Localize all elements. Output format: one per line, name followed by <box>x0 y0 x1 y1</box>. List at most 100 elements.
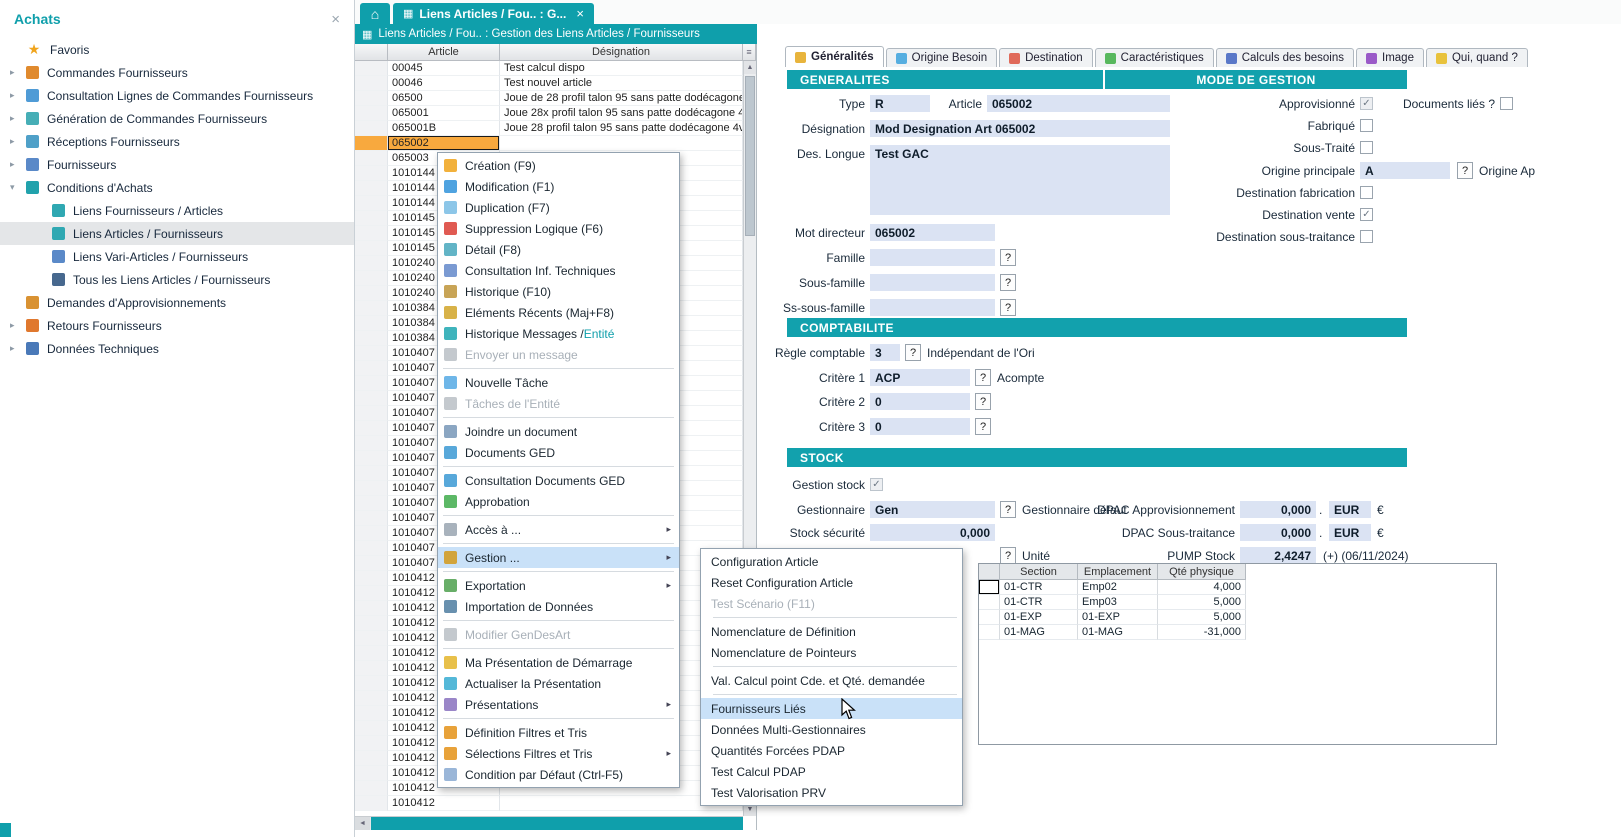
sidebar-item[interactable]: Tous les Liens Articles / Fournisseurs <box>0 268 354 291</box>
stock-selector-header[interactable] <box>979 564 1000 580</box>
column-header-designation[interactable]: Désignation <box>500 44 743 61</box>
article-designation-cell[interactable]: Test nouvel article <box>500 76 743 91</box>
gestionnaire-field[interactable]: Gen <box>870 501 995 518</box>
row-selector[interactable] <box>355 331 388 346</box>
regle-lookup-button[interactable]: ? <box>905 344 921 361</box>
critere1-lookup-button[interactable]: ? <box>975 369 991 386</box>
sous-famille-field[interactable] <box>870 274 995 291</box>
row-selector[interactable] <box>355 316 388 331</box>
article-code-cell[interactable]: 06500 <box>388 91 500 106</box>
sidebar-item[interactable]: Liens Vari-Articles / Fournisseurs <box>0 245 354 268</box>
row-selector[interactable] <box>355 271 388 286</box>
menu-item[interactable]: Condition par Défaut (Ctrl-F5) <box>438 764 679 785</box>
detail-tab[interactable]: Origine Besoin <box>886 48 997 67</box>
vertical-scroll-thumb[interactable] <box>745 76 755 236</box>
critere2-field[interactable]: 0 <box>870 393 970 410</box>
row-selector[interactable] <box>355 721 388 736</box>
critere1-field[interactable]: ACP <box>870 369 970 386</box>
table-row[interactable]: 065002 <box>355 136 743 151</box>
dpac-st-field[interactable]: 0,000 <box>1240 524 1316 541</box>
selector-column-header[interactable] <box>355 44 388 61</box>
stock-header-emplacement[interactable]: Emplacement <box>1078 564 1158 580</box>
detail-tab[interactable]: Caractéristiques <box>1095 48 1214 67</box>
home-tab[interactable]: ⌂ <box>360 3 390 24</box>
row-selector[interactable] <box>355 646 388 661</box>
submenu-item[interactable]: Val. Calcul point Cde. et Qté. demandée <box>701 670 962 691</box>
column-header-article[interactable]: Article <box>388 44 500 61</box>
submenu-item[interactable]: Données Multi-Gestionnaires <box>701 719 962 740</box>
critere3-lookup-button[interactable]: ? <box>975 418 991 435</box>
sidebar-item[interactable]: ▸ Réceptions Fournisseurs <box>0 130 354 153</box>
row-selector[interactable] <box>355 676 388 691</box>
sidebar-item[interactable]: Demandes d'Approvisionnements <box>0 291 354 314</box>
menu-item[interactable]: Joindre un document <box>438 421 679 442</box>
row-selector[interactable] <box>355 256 388 271</box>
menu-item[interactable]: Création (F9) <box>438 155 679 176</box>
sidebar-item[interactable]: Liens Articles / Fournisseurs <box>0 222 354 245</box>
scroll-up-icon[interactable]: ▲ <box>744 61 756 74</box>
sidebar-item[interactable]: ▸ Retours Fournisseurs <box>0 314 354 337</box>
stock-header-qty[interactable]: Qté physique <box>1158 564 1246 580</box>
detail-tab[interactable]: Calculs des besoins <box>1216 48 1354 67</box>
row-selector[interactable] <box>355 436 388 451</box>
row-selector[interactable] <box>355 766 388 781</box>
article-code-cell[interactable]: 00045 <box>388 61 500 76</box>
menu-item[interactable]: Modifier GenDesArt <box>438 624 679 645</box>
row-selector[interactable] <box>355 631 388 646</box>
fabrique-checkbox[interactable] <box>1360 119 1373 132</box>
submenu-item[interactable]: Test Scénario (F11) <box>701 593 962 614</box>
row-selector[interactable] <box>355 421 388 436</box>
row-selector[interactable] <box>355 376 388 391</box>
submenu-item[interactable]: Nomenclature de Pointeurs <box>701 642 962 663</box>
sidebar-close-icon[interactable]: × <box>331 11 340 28</box>
menu-item[interactable]: Envoyer un message <box>438 344 679 365</box>
row-selector[interactable] <box>355 661 388 676</box>
article-designation-cell[interactable] <box>500 136 743 151</box>
submenu-item[interactable]: Test Valorisation PRV <box>701 782 962 803</box>
sous-famille-lookup-button[interactable]: ? <box>1000 274 1016 291</box>
expander-icon[interactable]: ▾ <box>10 182 26 193</box>
table-row[interactable]: 1010412 <box>355 796 743 811</box>
expander-icon[interactable]: ▸ <box>10 343 26 354</box>
sidebar-item[interactable]: ▸ Commandes Fournisseurs <box>0 61 354 84</box>
stock-row[interactable]: 01-MAG 01-MAG -31,000 <box>979 625 1246 640</box>
menu-item[interactable]: Suppression Logique (F6) <box>438 218 679 239</box>
submenu-item[interactable]: Reset Configuration Article <box>701 572 962 593</box>
pump-stock-field[interactable]: 2,4247 <box>1240 547 1316 564</box>
row-selector[interactable] <box>355 136 388 151</box>
submenu-item[interactable]: Configuration Article <box>701 551 962 572</box>
article-code-cell[interactable]: 00046 <box>388 76 500 91</box>
article-code-cell[interactable]: 1010412 <box>388 796 500 811</box>
destination-fabrication-checkbox[interactable] <box>1360 186 1373 199</box>
row-selector[interactable] <box>355 796 388 811</box>
row-selector[interactable] <box>355 571 388 586</box>
menu-item[interactable]: Tâches de l'Entité <box>438 393 679 414</box>
expander-icon[interactable]: ▸ <box>10 136 26 147</box>
row-selector[interactable] <box>355 406 388 421</box>
critere2-lookup-button[interactable]: ? <box>975 393 991 410</box>
menu-item[interactable]: Définition Filtres et Tris <box>438 722 679 743</box>
documents-lies-checkbox[interactable] <box>1500 97 1513 110</box>
stock-row[interactable]: 01-CTR Emp02 4,000 <box>979 580 1246 595</box>
row-selector[interactable] <box>355 526 388 541</box>
row-selector[interactable] <box>355 91 388 106</box>
dpac-appro-field[interactable]: 0,000 <box>1240 501 1316 518</box>
row-selector[interactable] <box>355 751 388 766</box>
expander-icon[interactable]: ▸ <box>10 67 26 78</box>
submenu-item[interactable]: Nomenclature de Définition <box>701 621 962 642</box>
critere3-field[interactable]: 0 <box>870 418 970 435</box>
article-designation-cell[interactable]: Joue 28 profil talon 95 sans patte dodéc… <box>500 121 743 136</box>
expander-icon[interactable]: ▸ <box>10 320 26 331</box>
stock-securite-field[interactable]: 0,000 <box>870 524 995 541</box>
row-selector[interactable] <box>355 616 388 631</box>
expander-icon[interactable]: ▸ <box>10 90 26 101</box>
origine-lookup-button[interactable]: ? <box>1457 162 1473 179</box>
stock-row[interactable]: 01-EXP 01-EXP 5,000 <box>979 610 1246 625</box>
expander-icon[interactable]: ▸ <box>10 113 26 124</box>
row-selector[interactable] <box>355 181 388 196</box>
table-row[interactable]: 00045 Test calcul dispo <box>355 61 743 76</box>
menu-item[interactable]: Modification (F1) <box>438 176 679 197</box>
menu-item[interactable]: Présentations ▸ <box>438 694 679 715</box>
detail-tab[interactable]: Qui, quand ? <box>1426 48 1528 67</box>
menu-item[interactable]: Actualiser la Présentation <box>438 673 679 694</box>
